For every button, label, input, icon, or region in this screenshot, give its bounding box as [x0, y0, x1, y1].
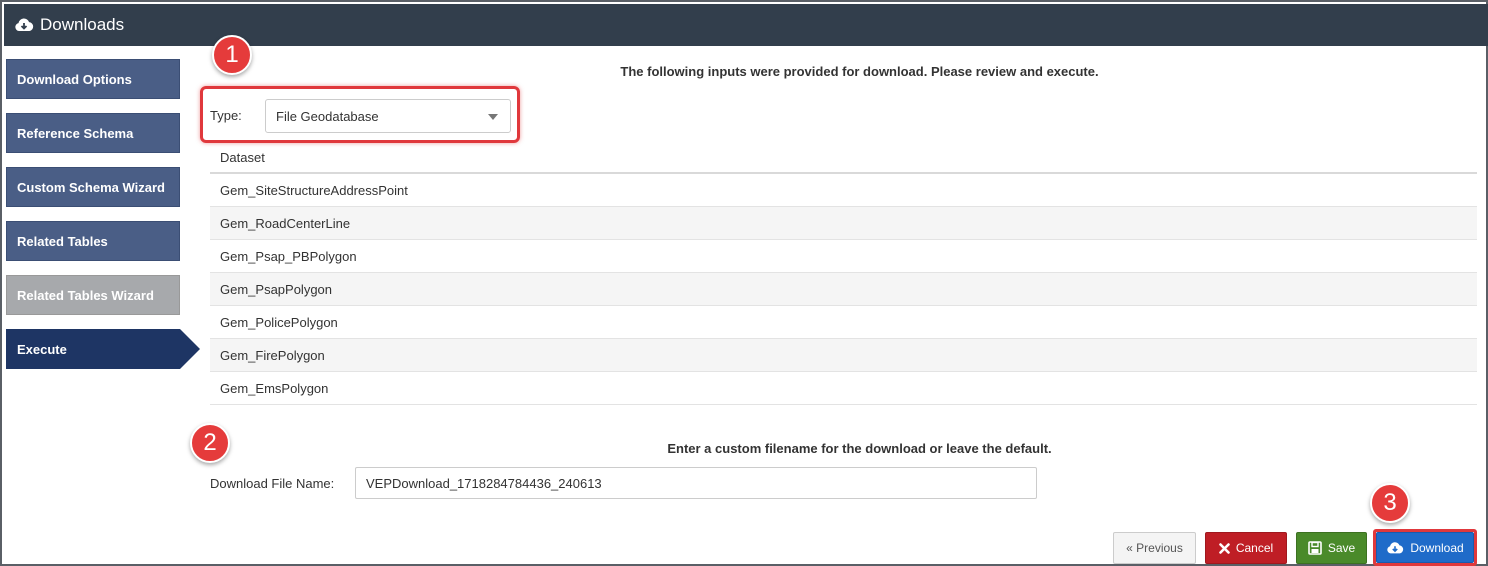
dataset-table: Dataset Gem_SiteStructureAddressPoint Ge…	[210, 142, 1477, 405]
step-label: Reference Schema	[17, 125, 134, 141]
type-select[interactable]: File Geodatabase	[265, 99, 511, 133]
step-label: Related Tables	[17, 233, 108, 249]
save-button-label: Save	[1327, 541, 1356, 555]
filename-input[interactable]	[355, 467, 1037, 499]
table-row: Gem_FirePolygon	[210, 339, 1477, 372]
dataset-name: Gem_EmsPolygon	[220, 380, 329, 396]
annotation-badge-1: 1	[212, 35, 252, 75]
step-related-tables[interactable]: Related Tables	[6, 221, 180, 261]
type-label: Type:	[210, 108, 242, 123]
filename-heading: Enter a custom filename for the download…	[667, 441, 1052, 456]
annotation-badge-3: 3	[1370, 483, 1410, 523]
table-header: Dataset	[210, 142, 1477, 174]
downloads-dialog: Downloads Download Options Reference Sch…	[0, 0, 1488, 566]
step-label: Related Tables Wizard	[17, 287, 154, 303]
step-reference-schema[interactable]: Reference Schema	[6, 113, 180, 153]
download-button-label: Download	[1410, 540, 1464, 555]
close-icon	[1219, 542, 1230, 554]
annotation-badge-2: 2	[190, 423, 230, 463]
window-title: Downloads	[40, 15, 125, 34]
table-row: Gem_PsapPolygon	[210, 273, 1477, 306]
step-execute[interactable]: Execute	[6, 329, 200, 369]
step-label: Download Options	[17, 71, 132, 87]
review-heading: The following inputs were provided for d…	[620, 64, 1099, 79]
save-button[interactable]: Save	[1296, 532, 1367, 564]
table-row: Gem_RoadCenterLine	[210, 207, 1477, 240]
column-header-dataset: Dataset	[220, 149, 265, 165]
cancel-button[interactable]: Cancel	[1205, 532, 1287, 564]
dataset-name: Gem_RoadCenterLine	[220, 215, 351, 231]
previous-button-label: « Previous	[1126, 541, 1183, 555]
dataset-name: Gem_Psap_PBPolygon	[220, 248, 357, 264]
caret-down-icon	[488, 114, 498, 120]
cloud-download-icon	[1386, 540, 1404, 556]
table-row: Gem_EmsPolygon	[210, 372, 1477, 405]
table-row: Gem_SiteStructureAddressPoint	[210, 174, 1477, 207]
table-row: Gem_Psap_PBPolygon	[210, 240, 1477, 273]
type-select-value: File Geodatabase	[276, 108, 379, 124]
dataset-name: Gem_PsapPolygon	[220, 281, 333, 297]
dataset-name: Gem_SiteStructureAddressPoint	[220, 182, 408, 198]
step-custom-schema-wizard[interactable]: Custom Schema Wizard	[6, 167, 180, 207]
dataset-name: Gem_PolicePolygon	[220, 314, 338, 330]
step-download-options[interactable]: Download Options	[6, 59, 180, 99]
table-row: Gem_PolicePolygon	[210, 306, 1477, 339]
download-button[interactable]: Download	[1376, 532, 1474, 563]
floppy-disk-icon	[1308, 541, 1322, 555]
previous-button[interactable]: « Previous	[1113, 532, 1196, 564]
filename-label: Download File Name:	[210, 476, 335, 491]
step-related-tables-wizard: Related Tables Wizard	[6, 275, 180, 315]
cloud-download-icon	[14, 15, 34, 35]
step-label: Execute	[17, 341, 67, 357]
cancel-button-label: Cancel	[1235, 541, 1274, 555]
dataset-name: Gem_FirePolygon	[220, 347, 325, 363]
step-label: Custom Schema Wizard	[17, 179, 165, 195]
